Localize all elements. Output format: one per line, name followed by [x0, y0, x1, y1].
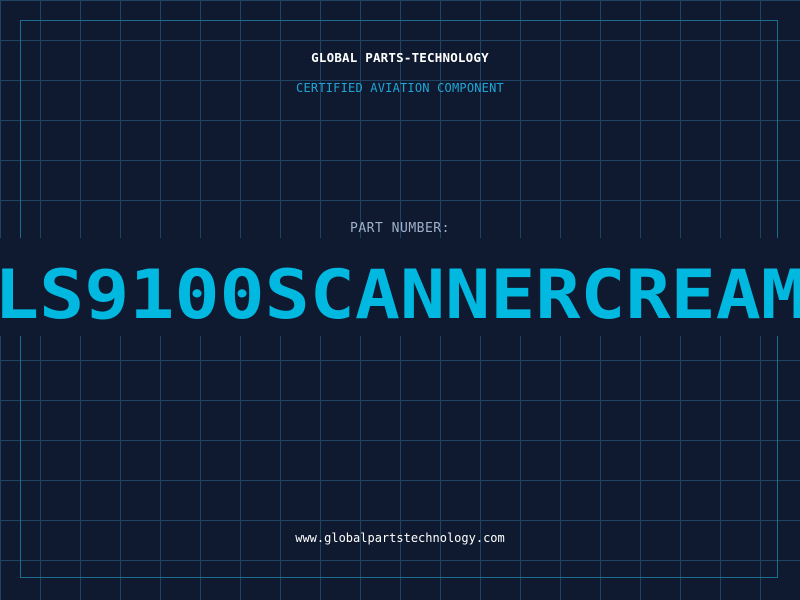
part-number-display: LS9100SCANNERCREAM	[0, 260, 800, 330]
part-number-value: LS9100SCANNERCREAM	[0, 260, 800, 330]
brand-subtitle: CERTIFIED AVIATION COMPONENT	[296, 81, 504, 95]
part-card: GLOBAL PARTS-TECHNOLOGY CERTIFIED AVIATI…	[0, 0, 800, 600]
part-number-label: PART NUMBER:	[350, 221, 450, 236]
website-url: www.globalpartstechnology.com	[295, 531, 505, 545]
brand-title: GLOBAL PARTS-TECHNOLOGY	[311, 50, 489, 65]
